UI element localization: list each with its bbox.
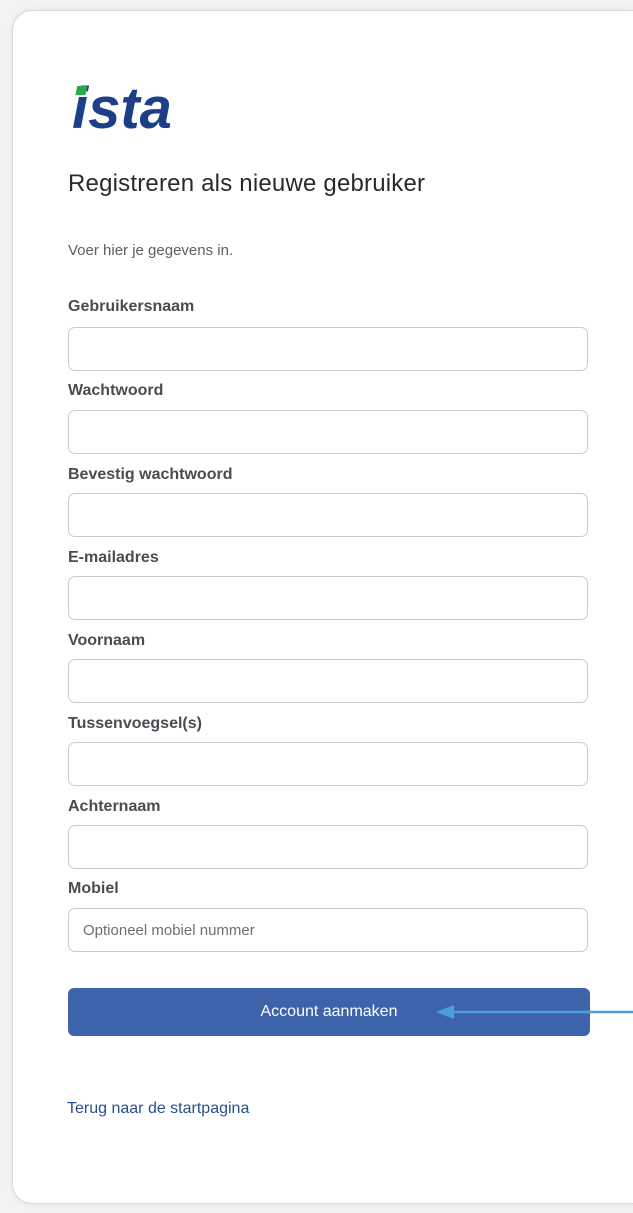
ista-logo: ista: [72, 78, 172, 138]
ista-logo-dot: [75, 86, 88, 95]
last-name-label: Achternaam: [68, 798, 161, 815]
first-name-label: Voornaam: [68, 632, 146, 649]
email-input[interactable]: [68, 576, 588, 620]
prefix-label: Tussenvoegsel(s): [68, 715, 202, 732]
mobile-label: Mobiel: [68, 880, 119, 897]
password-label: Wachtwoord: [68, 382, 164, 399]
back-to-home-link[interactable]: Terug naar de startpagina: [67, 1100, 249, 1118]
first-name-input[interactable]: [68, 659, 588, 703]
mobile-input[interactable]: [68, 908, 588, 952]
arrow-left-icon: [436, 1005, 633, 1019]
confirm-password-input[interactable]: [68, 493, 588, 537]
prefix-input[interactable]: [68, 742, 588, 786]
last-name-input[interactable]: [68, 825, 588, 869]
email-label: E-mailadres: [68, 549, 159, 566]
confirm-password-label: Bevestig wachtwoord: [68, 466, 233, 483]
page-title: Registreren als nieuwe gebruiker: [68, 170, 426, 197]
page-subtitle: Voer hier je gegevens in.: [68, 242, 234, 259]
username-label: Gebruikersnaam: [68, 298, 195, 315]
username-input[interactable]: [68, 327, 588, 371]
password-input[interactable]: [68, 410, 588, 454]
